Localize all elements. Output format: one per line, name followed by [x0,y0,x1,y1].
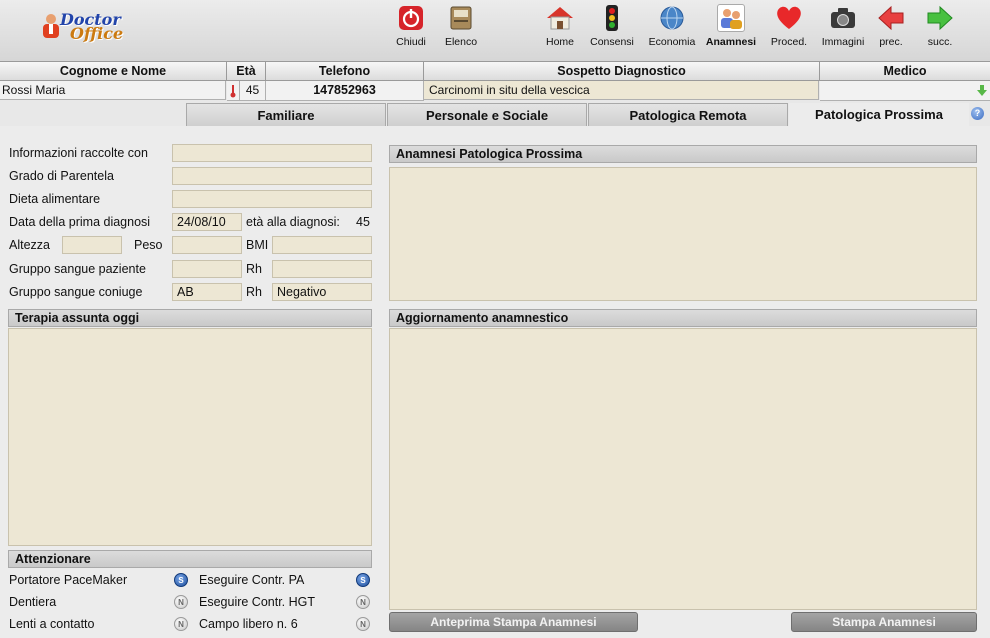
altezza-label: Altezza [9,238,50,252]
peso-field[interactable] [172,236,242,254]
consensi-button[interactable]: Consensi [587,4,637,48]
patient-diagnosis[interactable]: Carcinomi in situ della vescica [424,81,819,100]
contr-pa-label: Eseguire Contr. PA [199,573,305,587]
main-panel: Informazioni raccolte con Grado di Paren… [0,126,990,638]
anamnesi-prossima-textarea[interactable] [389,167,977,301]
dentiera-label: Dentiera [9,595,57,609]
proced-label: Proced. [770,36,808,48]
patient-name[interactable]: Rossi Maria [0,81,226,100]
patient-phone[interactable]: 147852963 [266,81,424,101]
eta-diagnosi-label: età alla diagnosi: [246,215,340,229]
data-diagnosi-field[interactable]: 24/08/10 [172,213,242,231]
patient-doctor[interactable] [820,81,975,101]
home-button[interactable]: Home [541,4,579,48]
stampa-anamnesi-button[interactable]: Stampa Anamnesi [791,612,977,632]
patients-icon [721,9,742,29]
elenco-label: Elenco [444,36,478,48]
camera-icon [831,8,855,28]
header-diagnosis: Sospetto Diagnostico [424,62,820,81]
pacemaker-label: Portatore PaceMaker [9,573,128,587]
succ-label: succ. [927,36,953,48]
eta-diagnosi-value: 45 [356,215,370,229]
succ-button[interactable]: succ. [923,4,957,48]
economia-button[interactable]: Economia [644,4,700,48]
immagini-button[interactable]: Immagini [816,4,870,48]
pacemaker-toggle[interactable]: S [174,573,188,587]
consensi-label: Consensi [590,36,634,48]
altezza-field[interactable] [62,236,122,254]
grado-parentela-label: Grado di Parentela [9,169,114,183]
grado-parentela-field[interactable] [172,167,372,185]
prec-label: prec. [879,36,903,48]
tab-patologica-prossima[interactable]: Patologica Prossima [789,103,969,126]
dieta-label: Dieta alimentare [9,192,101,206]
gruppo-coniuge-label: Gruppo sangue coniuge [9,285,143,299]
globe-icon [660,6,684,30]
heart-icon [777,6,801,30]
anteprima-stampa-button[interactable]: Anteprima Stampa Anamnesi [389,612,638,632]
proced-button[interactable]: Proced. [768,4,810,48]
dieta-field[interactable] [172,190,372,208]
home-icon [547,7,573,30]
dentiera-toggle[interactable]: N [174,595,188,609]
elenco-button[interactable]: Elenco [440,4,482,48]
arrow-left-icon [878,5,904,31]
patient-age[interactable]: 45 [240,81,266,101]
help-icon[interactable]: ? [971,107,984,120]
data-diagnosi-label: Data della prima diagnosi [9,215,151,229]
header-phone: Telefono [266,62,424,81]
rh-paziente-label: Rh [246,262,262,276]
anamnesi-label: Anamnesi [705,36,757,48]
anamnesi-prossima-section-header: Anamnesi Patologica Prossima [389,145,977,163]
terapia-section-header: Terapia assunta oggi [8,309,372,327]
anamnesi-button[interactable]: Anamnesi [701,4,761,48]
doctor-logo-icon [43,14,59,38]
arrow-right-icon [927,5,953,31]
header-doctor: Medico [820,62,990,81]
campo6-label: Campo libero n. 6 [199,617,298,631]
bmi-label: BMI [246,238,269,252]
rh-coniuge-field[interactable]: Negativo [272,283,372,301]
aggiornamento-section-header: Aggiornamento anamnestico [389,309,977,327]
home-label: Home [545,36,574,48]
contr-hgt-toggle[interactable]: N [356,595,370,609]
doctor-dropdown-icon[interactable] [974,81,990,101]
thermometer-icon [227,81,240,101]
gruppo-paziente-field[interactable] [172,260,242,278]
tab-patologica-remota[interactable]: Patologica Remota [588,103,788,126]
lenti-toggle[interactable]: N [174,617,188,631]
prec-button[interactable]: prec. [874,4,908,48]
gruppo-paziente-label: Gruppo sangue paziente [9,262,146,276]
peso-label: Peso [134,238,163,252]
lenti-label: Lenti a contatto [9,617,95,631]
header-age: Età [227,62,266,81]
contr-hgt-label: Eseguire Contr. HGT [199,595,316,609]
gruppo-coniuge-field[interactable]: AB [172,283,242,301]
app-logo: Doctor Office [38,8,138,44]
chiudi-button[interactable]: Chiudi [392,4,430,48]
header-name: Cognome e Nome [0,62,227,81]
toolbar: Doctor Office Chiudi Elenco Home Consens… [0,0,990,62]
bmi-field[interactable] [272,236,372,254]
tab-personale-sociale[interactable]: Personale e Sociale [387,103,587,126]
economia-label: Economia [648,36,696,48]
tab-familiare[interactable]: Familiare [186,103,386,126]
info-raccolte-label: Informazioni raccolte con [9,146,148,160]
terapia-textarea[interactable] [8,328,372,546]
campo6-toggle[interactable]: N [356,617,370,631]
logo-line-2: Office [70,24,124,43]
rh-coniuge-label: Rh [246,285,262,299]
immagini-label: Immagini [821,36,865,48]
traffic-light-icon [606,5,618,31]
chiudi-label: Chiudi [396,36,426,48]
contr-pa-toggle[interactable]: S [356,573,370,587]
aggiornamento-textarea[interactable] [389,328,977,610]
attenzionare-section-header: Attenzionare [8,550,372,568]
list-icon [450,6,472,30]
info-raccolte-field[interactable] [172,144,372,162]
power-icon [399,6,423,30]
rh-paziente-field[interactable] [272,260,372,278]
